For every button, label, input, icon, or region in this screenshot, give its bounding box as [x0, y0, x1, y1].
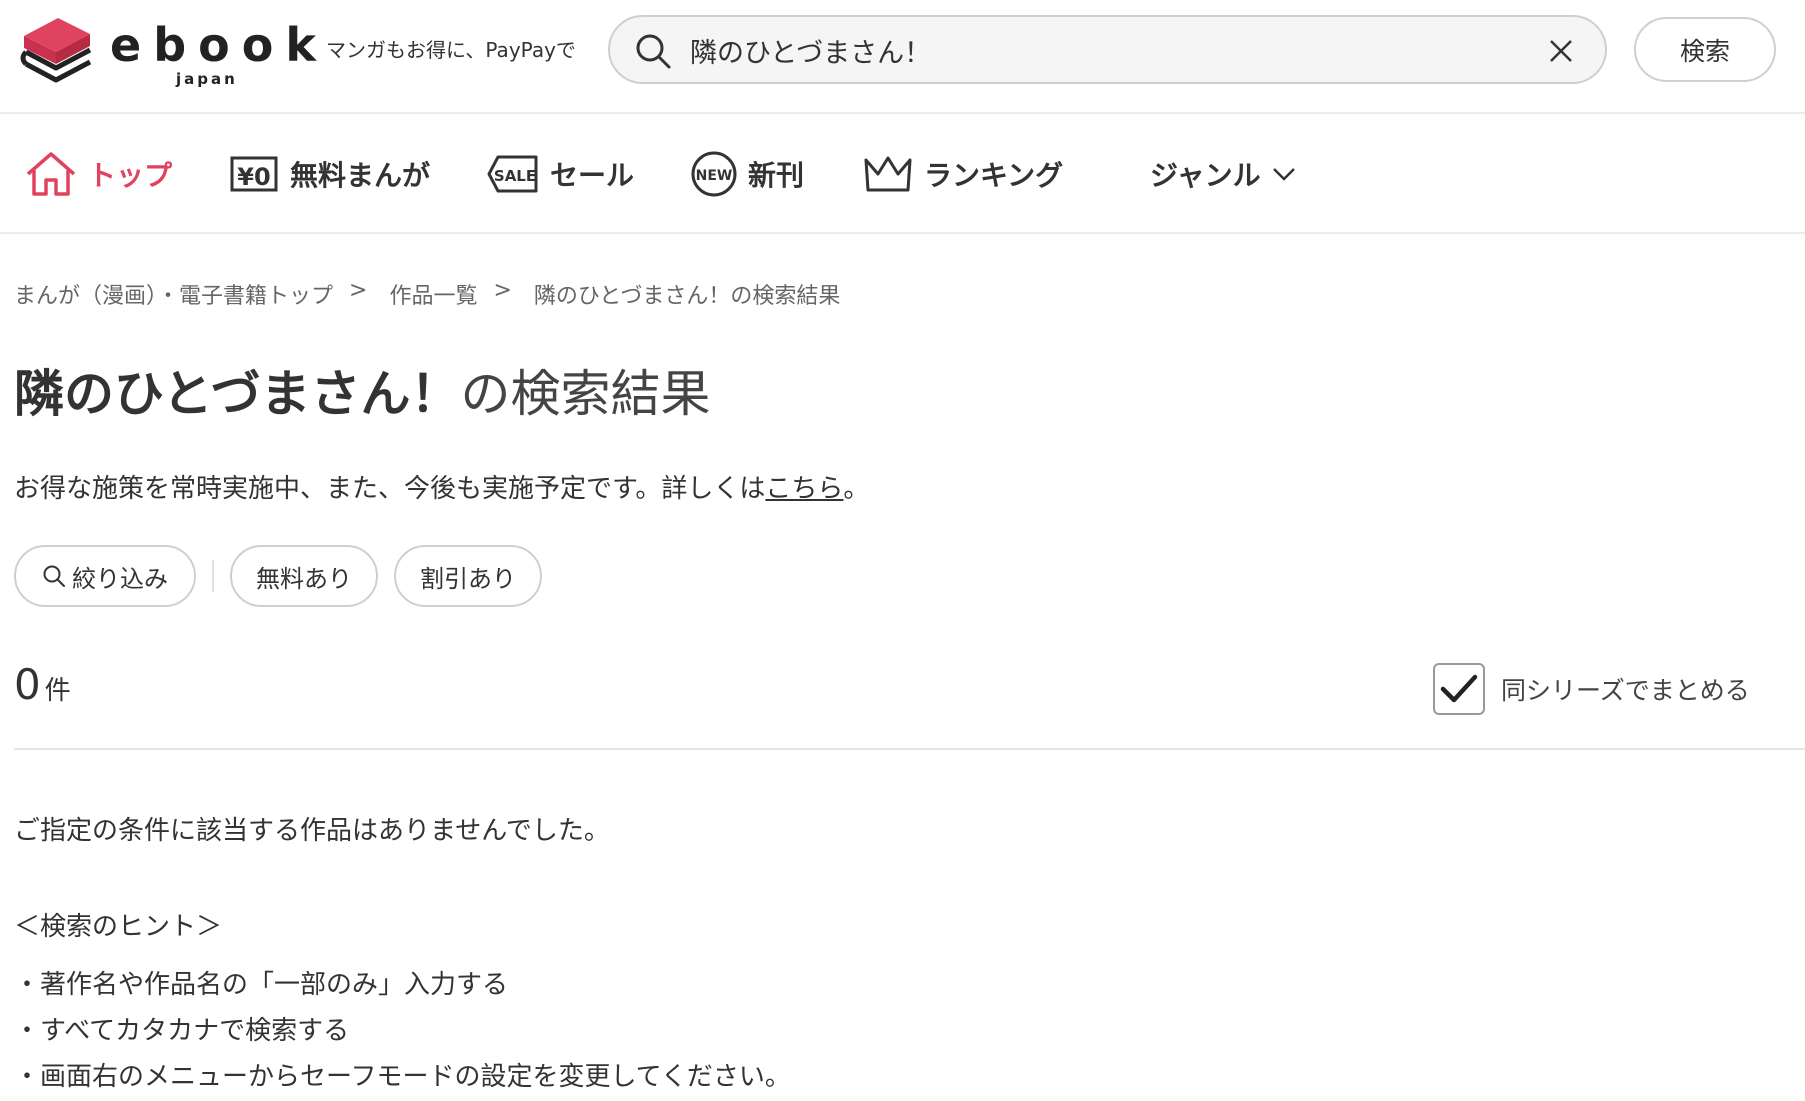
logo-text: ebook japan: [110, 14, 316, 88]
search-hint-title: ＜検索のヒント＞: [14, 912, 223, 942]
breadcrumb: まんが（漫画）・電子書籍トップ > 作品一覧 > 隣のひとづまさん！の検索結果: [14, 278, 840, 310]
crown-icon: [864, 156, 912, 192]
notice-end: 。: [843, 474, 870, 504]
discount-filter-chip[interactable]: 割引あり: [394, 545, 542, 607]
free-filter-chip[interactable]: 無料あり: [230, 545, 378, 607]
breadcrumb-item-top[interactable]: まんが（漫画）・電子書籍トップ: [14, 278, 333, 310]
notice-link[interactable]: こちら: [765, 474, 843, 504]
svg-text:SALE: SALE: [494, 167, 536, 185]
book-stack-logo-icon: [20, 18, 92, 83]
search-icon: [43, 565, 65, 587]
refine-button[interactable]: 絞り込み: [14, 545, 196, 607]
nav-genre[interactable]: ジャンル: [1150, 146, 1297, 202]
new-badge-icon: NEW: [691, 151, 737, 197]
result-count: 0件: [14, 660, 71, 709]
notice-text: お得な施策を常時実施中、また、今後も実施予定です。詳しくは: [14, 474, 766, 504]
free-yen-icon: ¥0: [230, 156, 278, 192]
search-hint-item: ・すべてカタカナで検索する: [14, 1016, 350, 1046]
nav-genre-label: ジャンル: [1150, 159, 1261, 192]
search-hint-item: ・著作名や作品名の「一部のみ」入力する: [14, 970, 509, 1000]
search-box: [608, 15, 1607, 84]
breadcrumb-separator: >: [493, 278, 512, 303]
group-series-toggle[interactable]: 同シリーズでまとめる: [1433, 663, 1750, 715]
logo-word: ebook: [110, 18, 328, 72]
group-series-checkbox[interactable]: [1433, 663, 1485, 715]
home-icon: [26, 152, 76, 196]
main-nav: トップ ¥0 無料まんが SALE セール NEW 新刊 ランキング ジャンル: [0, 116, 1805, 234]
search-hint-list: ・著作名や作品名の「一部のみ」入力する ・すべてカタカナで検索する ・画面右のメ…: [14, 962, 791, 1100]
search-query-title: 隣のひとづまさん！: [14, 365, 461, 423]
nav-sale-label: セール: [550, 159, 635, 192]
svg-text:NEW: NEW: [696, 168, 733, 184]
nav-top[interactable]: トップ: [24, 146, 172, 202]
group-series-label: 同シリーズでまとめる: [1501, 676, 1750, 705]
breadcrumb-separator: >: [349, 278, 368, 303]
page-title: 隣のひとづまさん！の検索結果: [14, 354, 711, 426]
chip-divider: [212, 560, 214, 592]
nav-ranking-label: ランキング: [924, 159, 1064, 192]
result-count-number: 0: [14, 660, 41, 709]
close-icon[interactable]: [1547, 37, 1575, 65]
search-icon: [636, 34, 671, 69]
nav-top-label: トップ: [88, 159, 173, 192]
checkmark-icon: [1440, 674, 1478, 703]
chevron-down-icon: [1272, 168, 1295, 181]
nav-new[interactable]: NEW 新刊: [690, 146, 804, 202]
sale-tag-icon: SALE: [487, 155, 538, 193]
nav-ranking[interactable]: ランキング: [862, 146, 1063, 202]
svg-text:¥0: ¥0: [237, 163, 270, 191]
breadcrumb-item-list[interactable]: 作品一覧: [389, 278, 477, 310]
ebook-japan-logo[interactable]: ebook japan: [20, 12, 316, 90]
tagline: マンガもお得に、PayPayで: [326, 38, 576, 62]
promo-notice: お得な施策を常時実施中、また、今後も実施予定です。詳しくはこちら。: [14, 468, 869, 505]
logo-sub: japan: [176, 70, 238, 88]
nav-free-manga[interactable]: ¥0 無料まんが: [228, 146, 430, 202]
title-suffix: の検索結果: [460, 365, 711, 423]
site-header: ebook japan マンガもお得に、PayPayで 検索: [0, 0, 1805, 114]
search-button[interactable]: 検索: [1634, 17, 1776, 82]
search-input[interactable]: [690, 27, 1490, 73]
breadcrumb-item-current: 隣のひとづまさん！の検索結果: [533, 284, 841, 309]
nav-sale[interactable]: SALE セール: [486, 146, 634, 202]
empty-result-message: ご指定の条件に該当する作品はありませんでした。: [14, 816, 610, 846]
results-divider: [14, 748, 1805, 750]
search-hint-item: ・画面右のメニューからセーフモードの設定を変更してください。: [14, 1062, 791, 1092]
result-count-unit: 件: [44, 676, 71, 706]
nav-free-manga-label: 無料まんが: [290, 159, 431, 192]
nav-new-label: 新刊: [748, 159, 805, 192]
refine-label: 絞り込み: [72, 564, 168, 593]
